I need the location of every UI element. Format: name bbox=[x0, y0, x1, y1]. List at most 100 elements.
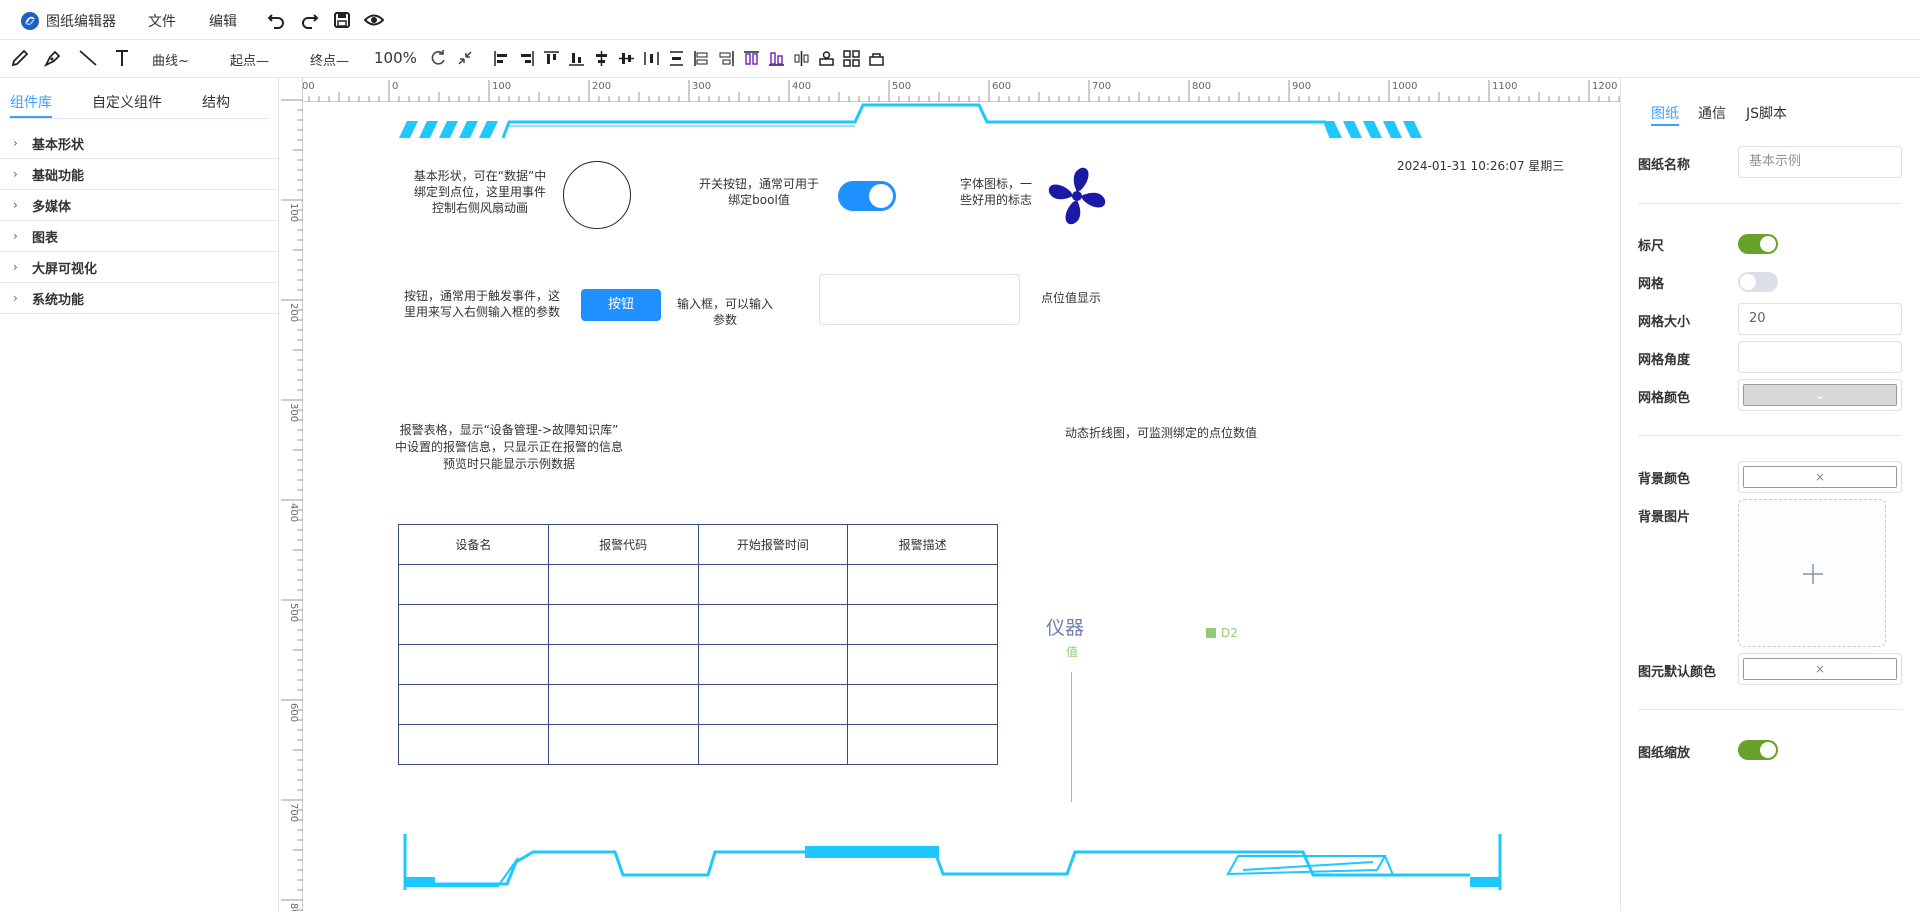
pen-tool-icon[interactable] bbox=[43, 48, 63, 68]
basic-circle-shape[interactable] bbox=[563, 161, 631, 229]
align-center-v-icon[interactable] bbox=[618, 50, 635, 67]
grid-color-picker[interactable]: ⌄ bbox=[1738, 379, 1902, 411]
table-row bbox=[398, 644, 998, 685]
table-cell bbox=[398, 604, 549, 645]
drawing-zoom-label: 图纸缩放 bbox=[1638, 746, 1691, 761]
tab-structure[interactable]: 结构 bbox=[202, 92, 230, 112]
alarm-description-line-1: 报警表格，显示“设备管理->故障知识库” bbox=[399, 423, 619, 437]
lock-component-icon[interactable] bbox=[868, 50, 885, 67]
ruler-v-label: 500 bbox=[288, 603, 299, 622]
reset-zoom-icon[interactable] bbox=[428, 48, 448, 68]
drawing-name-label: 图纸名称 bbox=[1638, 158, 1691, 173]
align-left-icon[interactable] bbox=[493, 50, 510, 67]
line-tool-icon[interactable] bbox=[78, 48, 98, 68]
chevron-right-icon: › bbox=[13, 167, 18, 181]
drawing-name-input[interactable]: 基本示例 bbox=[1738, 146, 1902, 178]
table-row bbox=[398, 564, 998, 605]
grid-size-input[interactable]: 20 bbox=[1738, 303, 1902, 335]
same-width-icon[interactable] bbox=[693, 50, 710, 67]
chart-y-axis-label: 值 bbox=[1066, 644, 1078, 659]
table-cell bbox=[847, 684, 998, 725]
grid-angle-input[interactable] bbox=[1738, 341, 1902, 373]
align-top-icon[interactable] bbox=[543, 50, 560, 67]
fan-icon[interactable] bbox=[1045, 164, 1109, 228]
group-basic-shapes[interactable]: › 基本形状 bbox=[0, 128, 279, 159]
same-size-icon[interactable] bbox=[743, 50, 760, 67]
drawing-canvas[interactable]: 2024-01-31 10:26:07 星期三 基本形状，可在“数据”中绑定到点… bbox=[303, 102, 1620, 911]
ruler-h-label: 600 bbox=[992, 81, 1011, 92]
ruler-toggle[interactable] bbox=[1738, 234, 1778, 254]
ruler-h-label: 1200 bbox=[1592, 81, 1617, 92]
group-big-screen[interactable]: › 大屏可视化 bbox=[0, 252, 279, 283]
button-description: 按钮，通常用于触发事件，这里用来写入右侧输入框的参数 bbox=[403, 289, 560, 319]
toggle-knob bbox=[869, 184, 893, 208]
ruler-v-label: 800 bbox=[288, 903, 299, 911]
grid-toggle[interactable] bbox=[1738, 272, 1778, 292]
fit-screen-icon[interactable] bbox=[455, 48, 475, 68]
align-right-icon[interactable] bbox=[518, 50, 535, 67]
table-cell bbox=[547, 564, 699, 605]
table-cell bbox=[547, 644, 699, 685]
icon-description: 字体图标，一些好用的标志 bbox=[959, 177, 1032, 207]
end-point-selector[interactable]: 终点— bbox=[310, 50, 349, 69]
group-multimedia[interactable]: › 多媒体 bbox=[0, 190, 279, 221]
save-icon[interactable] bbox=[332, 10, 352, 30]
drawing-zoom-toggle[interactable] bbox=[1738, 740, 1778, 760]
tab-component-library[interactable]: 组件库 bbox=[10, 92, 52, 112]
group-icon[interactable] bbox=[818, 50, 835, 67]
start-point-selector[interactable]: 起点— bbox=[230, 50, 269, 69]
distribute-v-icon[interactable] bbox=[668, 50, 685, 67]
tab-communication[interactable]: 通信 bbox=[1698, 103, 1726, 123]
ruler-h-label: 900 bbox=[1292, 81, 1311, 92]
dynamic-line-chart: 仪器值D2时间 bbox=[1046, 617, 1238, 802]
align-center-h-icon[interactable] bbox=[593, 50, 610, 67]
vertical-ruler-ticks: 100 200 300 400 500 600 700 800 bbox=[281, 99, 303, 915]
bg-image-upload[interactable] bbox=[1738, 499, 1886, 647]
menu-file[interactable]: 文件 bbox=[148, 11, 176, 31]
preview-eye-icon[interactable] bbox=[364, 10, 384, 30]
pencil-icon[interactable] bbox=[10, 48, 30, 68]
same-height-icon[interactable] bbox=[718, 50, 735, 67]
canvas-action-button[interactable]: 按钮 bbox=[581, 289, 661, 321]
empty-color-x-icon: × bbox=[1743, 466, 1897, 488]
ruler-v-label: 200 bbox=[288, 303, 299, 322]
ruler-h-label: 700 bbox=[1092, 81, 1111, 92]
legend-label[interactable]: D2 bbox=[1221, 626, 1238, 640]
bar-height-icon[interactable] bbox=[768, 50, 785, 67]
grid-angle-label: 网格角度 bbox=[1638, 353, 1691, 368]
redo-icon[interactable] bbox=[300, 10, 320, 30]
table-cell bbox=[847, 644, 998, 685]
default-color-picker[interactable]: × bbox=[1738, 653, 1902, 685]
tab-drawing[interactable]: 图纸 bbox=[1651, 103, 1679, 123]
undo-icon[interactable] bbox=[266, 10, 286, 30]
group-charts[interactable]: › 图表 bbox=[0, 221, 279, 252]
group-basic-functions[interactable]: › 基础功能 bbox=[0, 159, 279, 190]
alarm-column-header: 报警代码 bbox=[547, 524, 699, 565]
zoom-level[interactable]: 100% bbox=[374, 49, 417, 67]
distribute-h-icon[interactable] bbox=[643, 50, 660, 67]
ruler-h-label: 100 bbox=[492, 81, 511, 92]
flip-horizontal-icon[interactable] bbox=[793, 50, 810, 67]
input-description: 输入框，可以输入参数 bbox=[677, 297, 774, 327]
tab-js-script[interactable]: JS脚本 bbox=[1746, 103, 1787, 123]
table-cell bbox=[547, 684, 699, 725]
canvas-param-input[interactable] bbox=[819, 274, 1020, 325]
table-cell bbox=[697, 724, 849, 765]
chevron-right-icon: › bbox=[13, 198, 18, 212]
align-bottom-icon[interactable] bbox=[568, 50, 585, 67]
menu-edit[interactable]: 编辑 bbox=[209, 11, 237, 31]
curve-selector[interactable]: 曲线~ bbox=[152, 50, 189, 69]
datetime-display: 2024-01-31 10:26:07 星期三 bbox=[1397, 159, 1565, 173]
chevron-right-icon: › bbox=[13, 291, 18, 305]
table-cell bbox=[398, 564, 549, 605]
tab-custom-components[interactable]: 自定义组件 bbox=[92, 92, 162, 112]
canvas-toggle-switch[interactable] bbox=[838, 181, 896, 211]
table-cell bbox=[697, 684, 849, 725]
text-tool-icon[interactable] bbox=[112, 48, 132, 68]
bg-color-picker[interactable]: × bbox=[1738, 461, 1902, 493]
grid-label: 网格 bbox=[1638, 277, 1665, 292]
ungroup-icon[interactable] bbox=[843, 50, 860, 67]
group-system-functions[interactable]: › 系统功能 bbox=[0, 283, 279, 314]
horizontal-ruler: -100 0 100 200 300 400 500 600 700 800 900 1000 1100… bbox=[278, 78, 1620, 102]
grid-size-label: 网格大小 bbox=[1638, 315, 1691, 330]
